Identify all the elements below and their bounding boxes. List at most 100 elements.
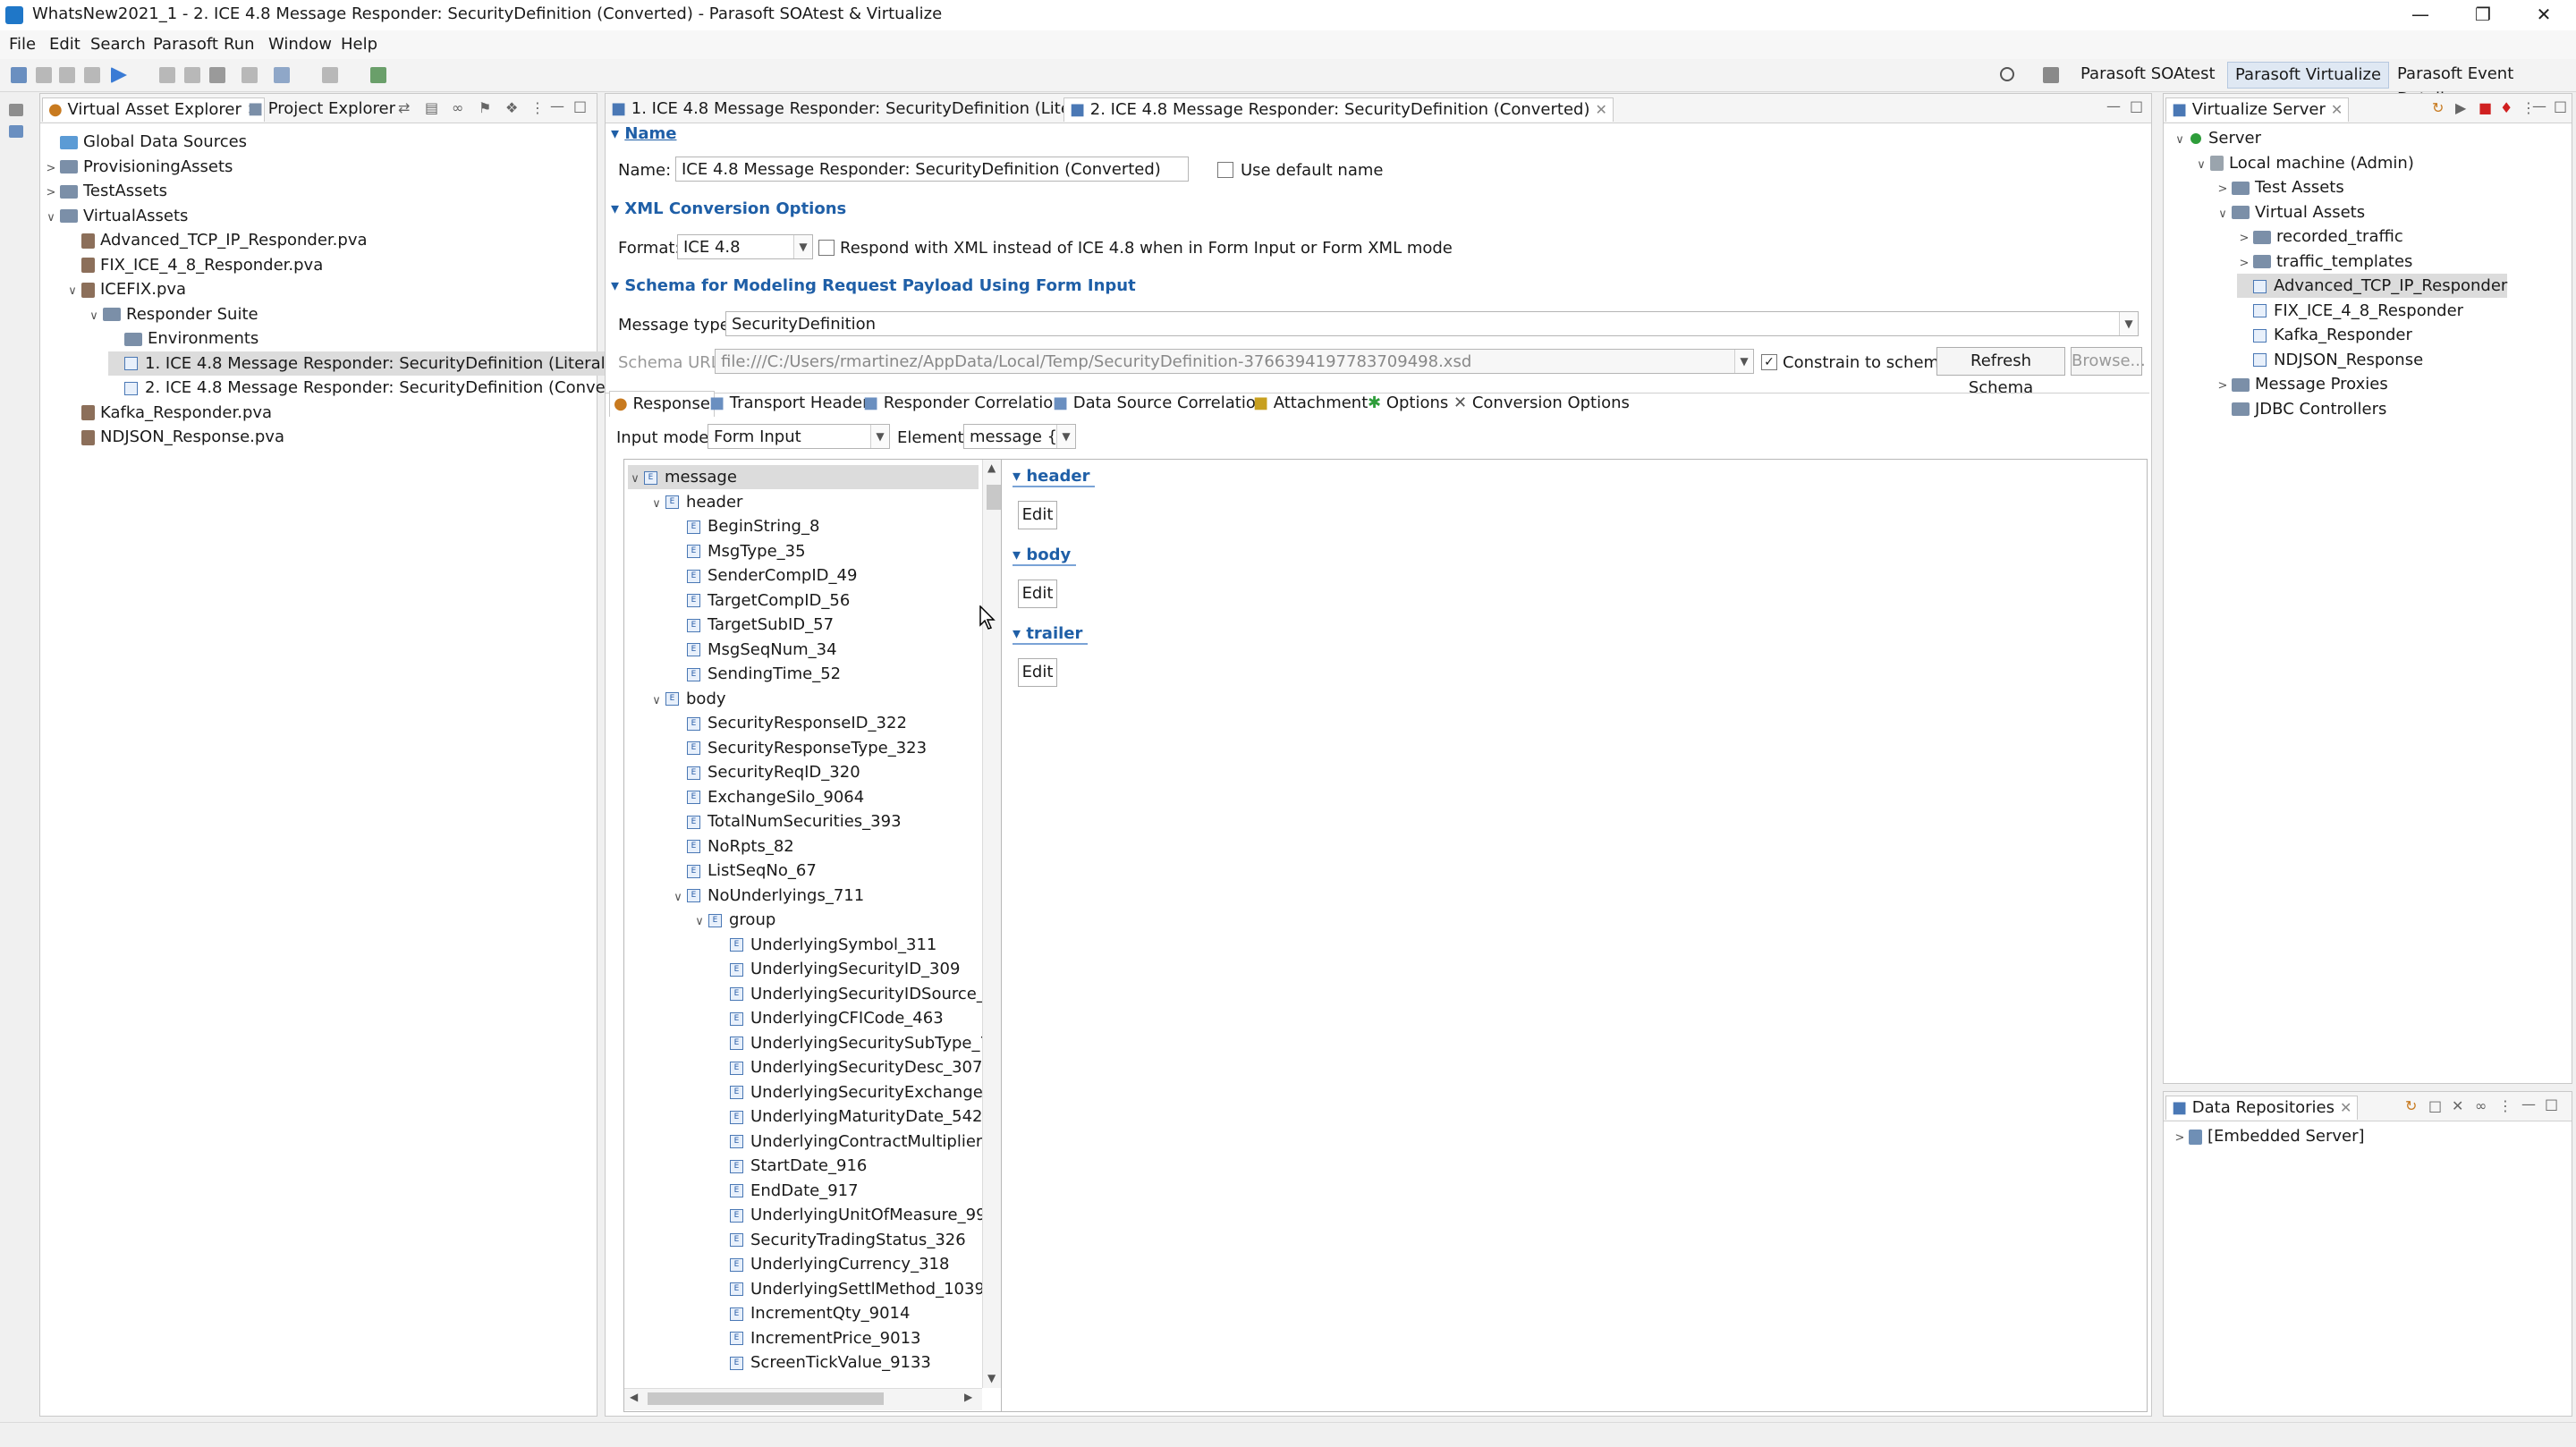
message-tree-item[interactable]: E UnderlyingSecurityDesc_307 bbox=[714, 1055, 982, 1079]
tool4-icon[interactable] bbox=[242, 67, 258, 83]
subtab-response[interactable]: ● Response bbox=[609, 391, 715, 417]
message-tree-item[interactable]: ∨ Ebody bbox=[649, 687, 725, 713]
server-tree-item[interactable]: > traffic_templates bbox=[2237, 250, 2413, 275]
tree-twisty-icon[interactable]: ∨ bbox=[649, 689, 664, 713]
tree-twisty-icon[interactable]: > bbox=[2216, 177, 2230, 201]
tree-twisty-icon[interactable]: ∨ bbox=[649, 492, 664, 516]
tree-item[interactable]: FIX_ICE_4_8_Responder.pva bbox=[65, 253, 323, 277]
run-icon[interactable] bbox=[111, 67, 127, 83]
tree-item[interactable]: Environments bbox=[108, 326, 258, 351]
message-tree-item[interactable]: E UnderlyingSymbol_311 bbox=[714, 933, 936, 957]
message-tree-item[interactable]: E TotalNumSecurities_393 bbox=[671, 809, 902, 834]
tree-twisty-icon[interactable]: ∨ bbox=[44, 206, 58, 230]
maximize-icon[interactable]: □ bbox=[2545, 1096, 2558, 1113]
message-tree-item[interactable]: E IncrementQty_9014 bbox=[714, 1301, 910, 1325]
maximize-icon[interactable]: □ bbox=[573, 97, 587, 114]
server-tree-item[interactable]: ∨ Local machine (Admin) bbox=[2194, 151, 2414, 175]
filter-icon[interactable]: ⚑ bbox=[479, 99, 491, 116]
message-tree-item[interactable]: E ScreenTickValue_9133 bbox=[714, 1350, 931, 1375]
xml-section-header[interactable]: ▾ XML Conversion Options bbox=[611, 199, 846, 218]
tree-item[interactable]: Advanced_TCP_IP_Responder.pva bbox=[65, 228, 368, 252]
minimize-icon[interactable]: — bbox=[2532, 97, 2546, 114]
menu-help[interactable]: Help bbox=[341, 35, 377, 54]
tree-twisty-icon[interactable]: > bbox=[44, 157, 58, 181]
tree-item[interactable]: 2. ICE 4.8 Message Responder: SecurityDe… bbox=[108, 376, 645, 400]
minimize-icon[interactable]: — bbox=[2521, 1096, 2536, 1113]
horizontal-scrollbar[interactable]: ◀ ▶ bbox=[624, 1388, 982, 1410]
message-tree-item[interactable]: E TargetSubID_57 bbox=[671, 613, 834, 637]
form-section-header[interactable]: ▾ body bbox=[1013, 546, 1077, 566]
maximize-icon[interactable]: □ bbox=[2130, 97, 2143, 114]
shield-icon[interactable]: ♦ bbox=[2500, 99, 2512, 116]
message-tree-item[interactable]: E BeginString_8 bbox=[671, 514, 819, 538]
message-tree-item[interactable]: E UnderlyingCurrency_318 bbox=[714, 1252, 949, 1276]
tree-twisty-icon[interactable]: > bbox=[2216, 374, 2230, 398]
delete-icon[interactable]: ✕ bbox=[2452, 1097, 2463, 1114]
format-select[interactable]: ICE 4.8 ▼ bbox=[677, 234, 813, 259]
message-tree-item[interactable]: ∨ Emessage bbox=[628, 465, 979, 489]
message-type-select[interactable]: SecurityDefinition ▼ bbox=[725, 311, 2139, 336]
tool2-icon[interactable] bbox=[184, 67, 200, 83]
message-tree-item[interactable]: E UnderlyingMaturityDate_542 bbox=[714, 1104, 983, 1129]
pin-icon[interactable]: ❖ bbox=[505, 99, 518, 116]
schema-section-header[interactable]: ▾ Schema for Modeling Request Payload Us… bbox=[611, 276, 1136, 295]
message-tree-item[interactable]: E ListSeqNo_67 bbox=[671, 859, 817, 883]
refresh-icon[interactable]: ↻ bbox=[2405, 1097, 2417, 1114]
perspective-soatest[interactable]: Parasoft SOAtest bbox=[2073, 62, 2223, 87]
server-tree-item[interactable]: > recorded_traffic bbox=[2237, 224, 2403, 249]
message-tree-item[interactable]: E IncrementPrice_9013 bbox=[714, 1326, 921, 1350]
scroll-down-icon[interactable]: ▼ bbox=[987, 1372, 996, 1384]
edit-button[interactable]: Edit bbox=[1018, 580, 1057, 608]
message-tree-item[interactable]: E SecurityReqID_320 bbox=[671, 760, 860, 784]
message-tree-item[interactable]: ∨ Egroup bbox=[692, 908, 775, 932]
sync-icon[interactable]: ⇄ bbox=[398, 99, 410, 116]
tree-item[interactable]: Global Data Sources bbox=[44, 130, 247, 154]
subtab-data-source-correlation[interactable]: ■ Data Source Correlation bbox=[1053, 391, 1266, 416]
print-icon[interactable] bbox=[84, 67, 100, 83]
tree-twisty-icon[interactable]: ∨ bbox=[628, 467, 642, 491]
tab-project-explorer[interactable]: ■ Project Explorer bbox=[248, 97, 395, 121]
server-tree-item[interactable]: > Message Proxies bbox=[2216, 372, 2388, 396]
menu-file[interactable]: File bbox=[9, 35, 36, 54]
tree-twisty-icon[interactable]: ∨ bbox=[2194, 153, 2208, 177]
tree-twisty-icon[interactable]: ∨ bbox=[87, 304, 101, 328]
message-tree-item[interactable]: E SendingTime_52 bbox=[671, 662, 841, 686]
schema-url-field[interactable]: file:///C:/Users/rmartinez/AppData/Local… bbox=[715, 349, 1754, 374]
input-mode-select[interactable]: Form Input ▼ bbox=[708, 424, 890, 449]
tab-virtualize-server[interactable]: ■ Virtualize Server ✕ bbox=[2165, 97, 2350, 122]
subtab-transport-header[interactable]: ■ Transport Header bbox=[709, 391, 869, 416]
subtab-responder-correlation[interactable]: ■ Responder Correlation bbox=[863, 391, 1063, 416]
close-icon[interactable]: ✕ bbox=[2340, 1099, 2351, 1116]
message-tree-item[interactable]: E TargetCompID_56 bbox=[671, 588, 850, 613]
maximize-icon[interactable]: □ bbox=[2554, 97, 2567, 114]
server-tree-item[interactable]: NDJSON_Response bbox=[2237, 348, 2423, 372]
server-tree-item[interactable]: Advanced_TCP_IP_Responder bbox=[2237, 274, 2508, 298]
menu-parasoft[interactable]: Parasoft bbox=[153, 35, 218, 54]
message-tree-item[interactable]: E UnderlyingSecurityExchange_ bbox=[714, 1080, 991, 1104]
perspective-virtualize[interactable]: Parasoft Virtualize bbox=[2227, 62, 2390, 89]
refresh-schema-button[interactable]: Refresh Schema bbox=[1936, 347, 2065, 397]
perspective-event-details[interactable]: Parasoft Event Details bbox=[2390, 62, 2576, 108]
tree-twisty-icon[interactable]: > bbox=[2237, 251, 2251, 275]
link-icon[interactable]: ∞ bbox=[452, 99, 463, 116]
tree-item[interactable]: Kafka_Responder.pva bbox=[65, 401, 272, 425]
server-tree-item[interactable]: ∨ Virtual Assets bbox=[2216, 200, 2365, 224]
menu-search[interactable]: Search bbox=[90, 35, 146, 54]
new-icon[interactable] bbox=[11, 67, 27, 83]
tab-virtual-asset-explorer[interactable]: ● Virtual Asset Explorer ✕ bbox=[42, 97, 266, 122]
menu-run[interactable]: Run bbox=[224, 35, 255, 54]
play-icon[interactable]: ▶ bbox=[2455, 99, 2466, 116]
tree-item[interactable]: NDJSON_Response.pva bbox=[65, 425, 284, 449]
minimize-icon[interactable]: — bbox=[2106, 97, 2121, 114]
constrain-schema-checkbox[interactable]: ✓ bbox=[1761, 354, 1777, 370]
message-tree-item[interactable]: ∨ Eheader bbox=[649, 490, 742, 514]
tree-item[interactable]: > TestAssets bbox=[44, 179, 167, 203]
tree-item[interactable]: 1. ICE 4.8 Message Responder: SecurityDe… bbox=[108, 351, 615, 376]
message-tree-item[interactable]: E SecurityTradingStatus_326 bbox=[714, 1228, 966, 1252]
use-default-name-checkbox[interactable] bbox=[1217, 162, 1233, 178]
server-tree-item[interactable]: > Test Assets bbox=[2216, 175, 2344, 199]
open-icon[interactable] bbox=[370, 67, 386, 83]
tree-item[interactable]: > ProvisioningAssets bbox=[44, 155, 233, 179]
message-tree-item[interactable]: E EndDate_917 bbox=[714, 1179, 859, 1203]
back-icon[interactable] bbox=[274, 67, 290, 83]
